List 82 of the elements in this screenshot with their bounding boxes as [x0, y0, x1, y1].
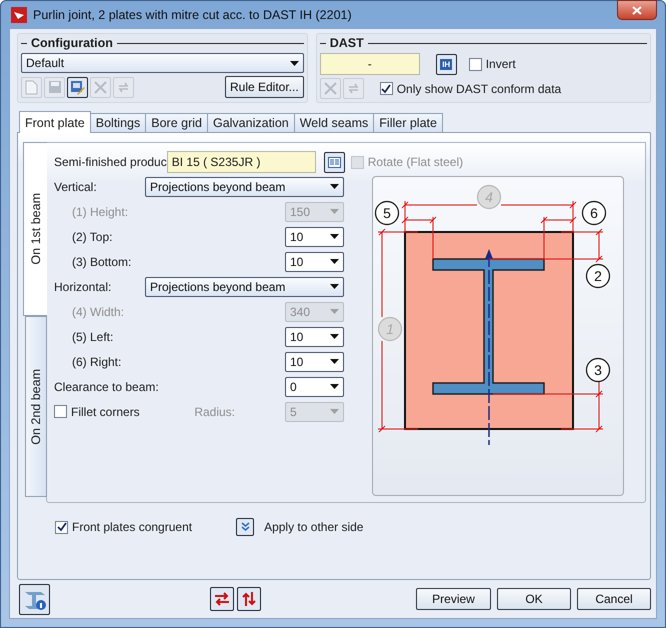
- dast-field: -: [320, 53, 420, 75]
- field-label: (2) Top:: [71, 230, 112, 244]
- double-chevron-icon: [240, 522, 250, 532]
- toolbar-button[interactable]: [67, 76, 88, 98]
- dropdown[interactable]: Projections beyond beam: [145, 276, 344, 296]
- swap-vertical-icon: [242, 591, 256, 607]
- refresh-icon: [117, 80, 130, 94]
- checkbox-label: Rotate (Flat steel): [368, 155, 464, 169]
- field-label: Horizontal:: [54, 280, 112, 294]
- save-icon: [48, 80, 62, 94]
- refresh-icon: [346, 82, 360, 95]
- caret-icon: [330, 384, 339, 389]
- field-label: (1) Height:: [71, 204, 128, 218]
- new-document-icon: [25, 80, 38, 94]
- catalog-button[interactable]: [324, 152, 345, 172]
- dropdown[interactable]: Projections beyond beam: [145, 176, 344, 196]
- caret-icon: [330, 184, 339, 189]
- configuration-dropdown[interactable]: Default: [21, 53, 304, 73]
- side-tab[interactable]: On 2nd beam: [25, 316, 47, 497]
- number-combo[interactable]: 10: [285, 226, 344, 246]
- dialog-button[interactable]: Preview: [416, 588, 491, 610]
- dialog-button[interactable]: OK: [497, 588, 571, 610]
- field-label: Vertical:: [54, 180, 97, 194]
- field-label: Semi-finished produc: [54, 155, 167, 169]
- field-label: Radius:: [194, 404, 235, 418]
- group-title: DAST: [330, 36, 364, 50]
- checkbox-label: Only show DAST conform data: [396, 82, 562, 96]
- field-label: (6) Right:: [71, 354, 122, 368]
- group-title: Configuration: [31, 36, 113, 50]
- edit-icon: [70, 80, 85, 94]
- rule-editor-button[interactable]: Rule Editor...: [224, 76, 304, 98]
- checkbox[interactable]: [55, 520, 68, 534]
- caret-icon: [330, 284, 339, 289]
- caret-icon: [330, 409, 339, 414]
- dialog-button[interactable]: Cancel: [577, 588, 651, 610]
- caret-icon: [330, 209, 339, 214]
- field-label: (3) Bottom:: [71, 254, 132, 268]
- tab[interactable]: Weld seams: [294, 113, 374, 133]
- info-button[interactable]: [19, 584, 50, 614]
- tab[interactable]: Front plate: [19, 111, 91, 133]
- checkbox-label: Invert: [486, 57, 516, 71]
- number-combo[interactable]: 0: [285, 376, 344, 396]
- swap-vertical-button[interactable]: [237, 587, 261, 611]
- checkbox[interactable]: [468, 58, 482, 70]
- tab[interactable]: Filler plate: [373, 113, 443, 133]
- tab[interactable]: Bore grid: [145, 113, 208, 133]
- caret-icon: [330, 334, 339, 339]
- field-label: (4) Width:: [71, 304, 124, 318]
- delete-icon: [324, 82, 337, 95]
- checkbox-label: Front plates congruent: [72, 520, 192, 534]
- swap-horizontal-icon: [214, 592, 230, 606]
- caret-icon: [330, 359, 339, 364]
- apply-label: Apply to other side: [264, 520, 364, 534]
- caret-icon: [290, 60, 299, 66]
- field-label: Clearance to beam:: [54, 380, 159, 394]
- number-combo[interactable]: 10: [285, 352, 344, 372]
- apply-button[interactable]: [236, 518, 254, 536]
- number-combo[interactable]: 10: [285, 252, 344, 272]
- tab[interactable]: Boltings: [90, 113, 146, 133]
- checkbox[interactable]: [54, 405, 67, 418]
- dimension-marker: 6: [582, 200, 606, 226]
- caret-icon: [330, 234, 339, 239]
- caret-icon: [330, 259, 339, 264]
- checkbox[interactable]: [380, 82, 393, 95]
- field-label: (5) Left:: [71, 330, 114, 344]
- caret-icon: [330, 309, 339, 314]
- app-icon: [11, 6, 27, 22]
- dimension-marker: 5: [374, 200, 400, 226]
- close-icon: [632, 6, 642, 14]
- tab[interactable]: Galvanization: [206, 113, 295, 133]
- checkbox-label: Fillet corners: [71, 404, 140, 418]
- dimension-marker: 2: [586, 264, 610, 288]
- window-title: Purlin joint, 2 plates with mitre cut acc. to DAST IH (2201): [33, 8, 352, 22]
- number-combo[interactable]: 10: [285, 326, 344, 346]
- side-tab[interactable]: On 1st beam: [23, 142, 47, 316]
- swap-horizontal-button[interactable]: [210, 587, 234, 611]
- close-button[interactable]: [617, 0, 657, 20]
- profile-field[interactable]: BI 15 ( S235JR ): [166, 151, 316, 173]
- dimension-marker: 3: [586, 358, 610, 382]
- list-icon: [328, 156, 341, 168]
- catalog-button[interactable]: IH: [436, 54, 457, 74]
- delete-icon: [94, 80, 107, 94]
